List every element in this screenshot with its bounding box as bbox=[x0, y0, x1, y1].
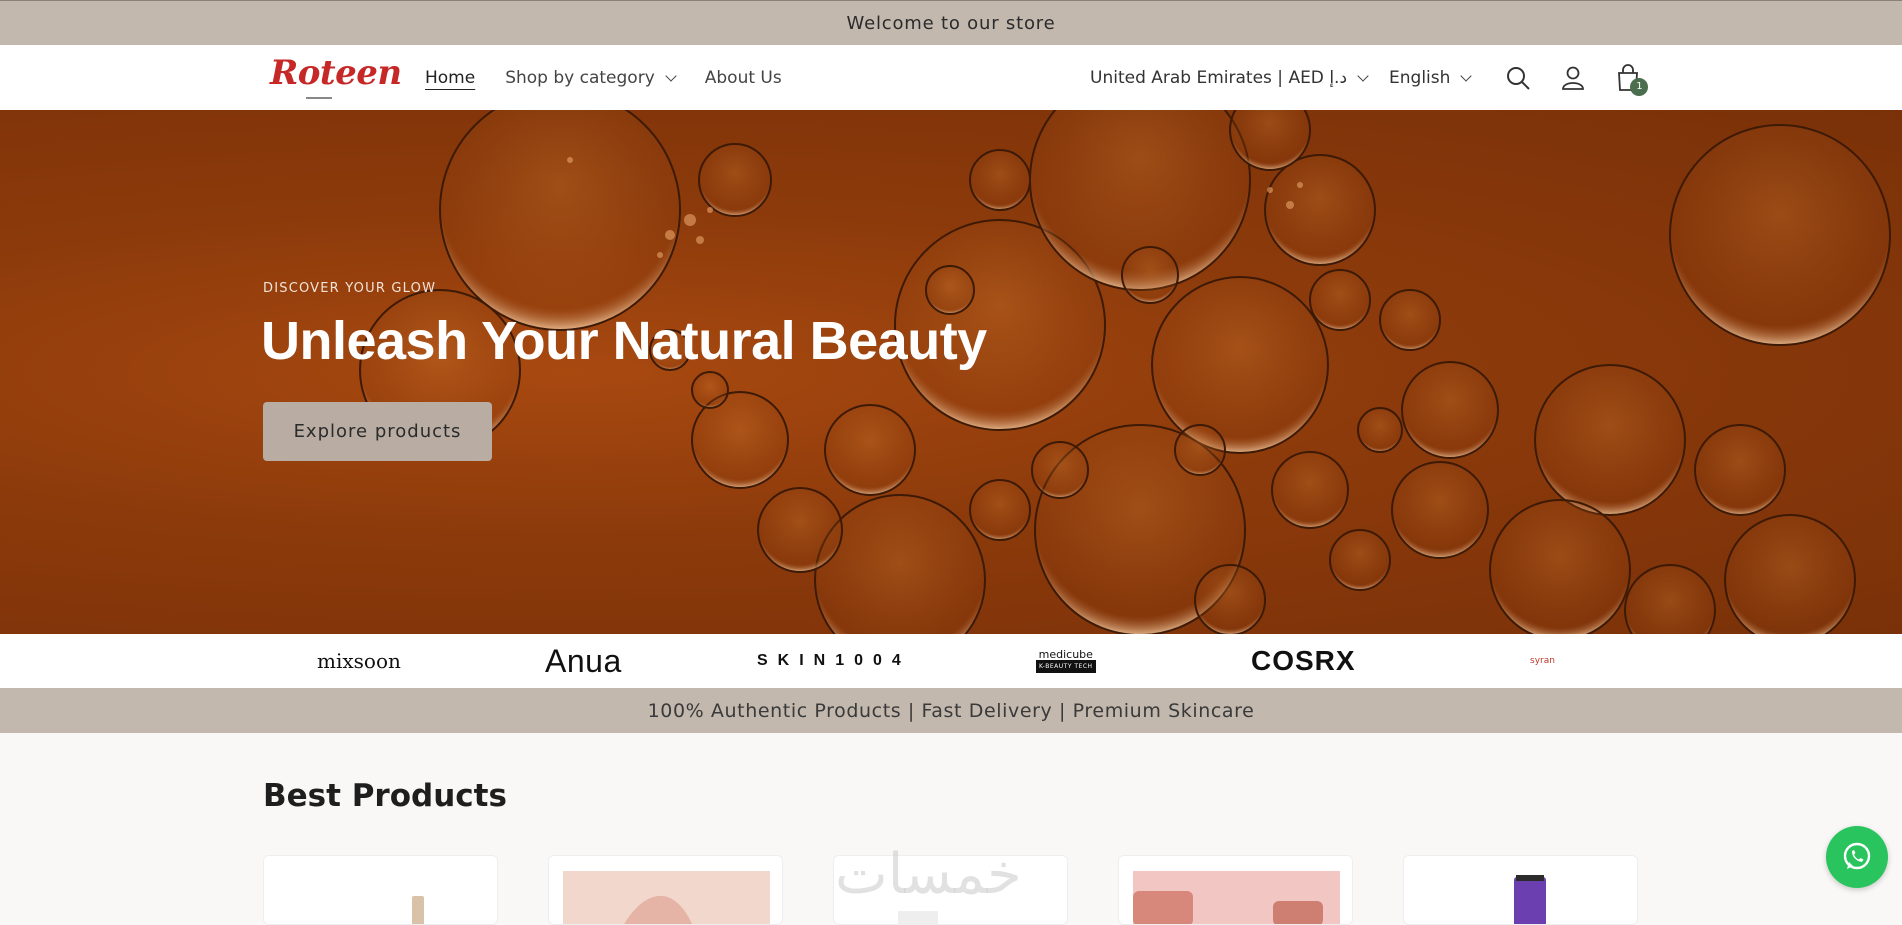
explore-products-button[interactable]: Explore products bbox=[263, 402, 492, 461]
product-card[interactable] bbox=[1403, 855, 1638, 925]
site-header: Roteen Home Shop by category About Us Un… bbox=[0, 45, 1902, 110]
watermark: خمسات bbox=[835, 842, 1022, 907]
nav-about-us[interactable]: About Us bbox=[705, 68, 782, 88]
product-image bbox=[563, 871, 770, 924]
best-products-title: Best Products bbox=[263, 778, 507, 814]
account-button[interactable] bbox=[1555, 60, 1591, 96]
brand-strip: mixsoon Anua SKIN1004 medicube K-BEAUTY … bbox=[0, 634, 1902, 688]
brand-medicube-logo[interactable]: medicube K-BEAUTY TECH bbox=[1036, 634, 1096, 688]
trust-bar-text: 100% Authentic Products | Fast Delivery … bbox=[647, 699, 1255, 722]
brand-cosrx-logo[interactable]: COSRX bbox=[1251, 634, 1356, 688]
header-utilities: United Arab Emirates | AED د.إ English 1 bbox=[1090, 45, 1902, 110]
chevron-down-icon bbox=[1357, 69, 1369, 82]
nav-shop-by-category[interactable]: Shop by category bbox=[505, 67, 677, 88]
main-nav: Home Shop by category About Us bbox=[425, 45, 782, 110]
chevron-down-icon bbox=[665, 69, 677, 82]
hero-bubbles-image bbox=[359, 110, 1891, 634]
product-image bbox=[1418, 871, 1625, 924]
nav-shop-label: Shop by category bbox=[505, 67, 655, 88]
logo-underline bbox=[306, 97, 332, 99]
country-label: United Arab Emirates | AED د.إ bbox=[1090, 67, 1348, 88]
whatsapp-chat-button[interactable] bbox=[1826, 826, 1888, 888]
nav-home[interactable]: Home bbox=[425, 68, 475, 88]
product-image bbox=[278, 871, 485, 924]
language-label: English bbox=[1389, 67, 1451, 88]
hero-banner: DISCOVER YOUR GLOW Unleash Your Natural … bbox=[0, 110, 1902, 634]
product-card[interactable] bbox=[1118, 855, 1353, 925]
nav-about-label: About Us bbox=[704, 67, 782, 88]
country-selector[interactable]: United Arab Emirates | AED د.إ bbox=[1090, 67, 1369, 88]
language-selector[interactable]: English bbox=[1389, 67, 1473, 88]
user-icon bbox=[1562, 66, 1585, 90]
chevron-down-icon bbox=[1460, 69, 1473, 82]
brand-syran-logo[interactable]: syran bbox=[1530, 634, 1555, 688]
brand-skin1004-logo[interactable]: SKIN1004 bbox=[757, 634, 911, 688]
announcement-bar: Welcome to our store bbox=[0, 0, 1902, 45]
product-image bbox=[1133, 871, 1340, 924]
nav-home-label: Home bbox=[425, 67, 476, 88]
medicube-wordmark: medicube bbox=[1038, 648, 1093, 661]
medicube-tagline: K-BEAUTY TECH bbox=[1036, 660, 1096, 673]
product-card[interactable] bbox=[548, 855, 783, 925]
brand-mixsoon-logo[interactable]: mixsoon bbox=[317, 634, 401, 688]
search-icon bbox=[1507, 66, 1531, 90]
hero-title: Unleash Your Natural Beauty bbox=[261, 311, 987, 371]
product-card[interactable] bbox=[263, 855, 498, 925]
hero-eyebrow: DISCOVER YOUR GLOW bbox=[263, 281, 437, 296]
announcement-text: Welcome to our store bbox=[846, 12, 1056, 34]
store-logo[interactable]: Roteen bbox=[270, 53, 402, 93]
search-button[interactable] bbox=[1500, 60, 1536, 96]
brand-anua-logo[interactable]: Anua bbox=[545, 634, 622, 688]
cart-button[interactable]: 1 bbox=[1610, 60, 1649, 96]
cart-count-badge: 1 bbox=[1630, 77, 1649, 96]
whatsapp-icon bbox=[1843, 842, 1871, 870]
trust-bar: 100% Authentic Products | Fast Delivery … bbox=[0, 688, 1902, 733]
